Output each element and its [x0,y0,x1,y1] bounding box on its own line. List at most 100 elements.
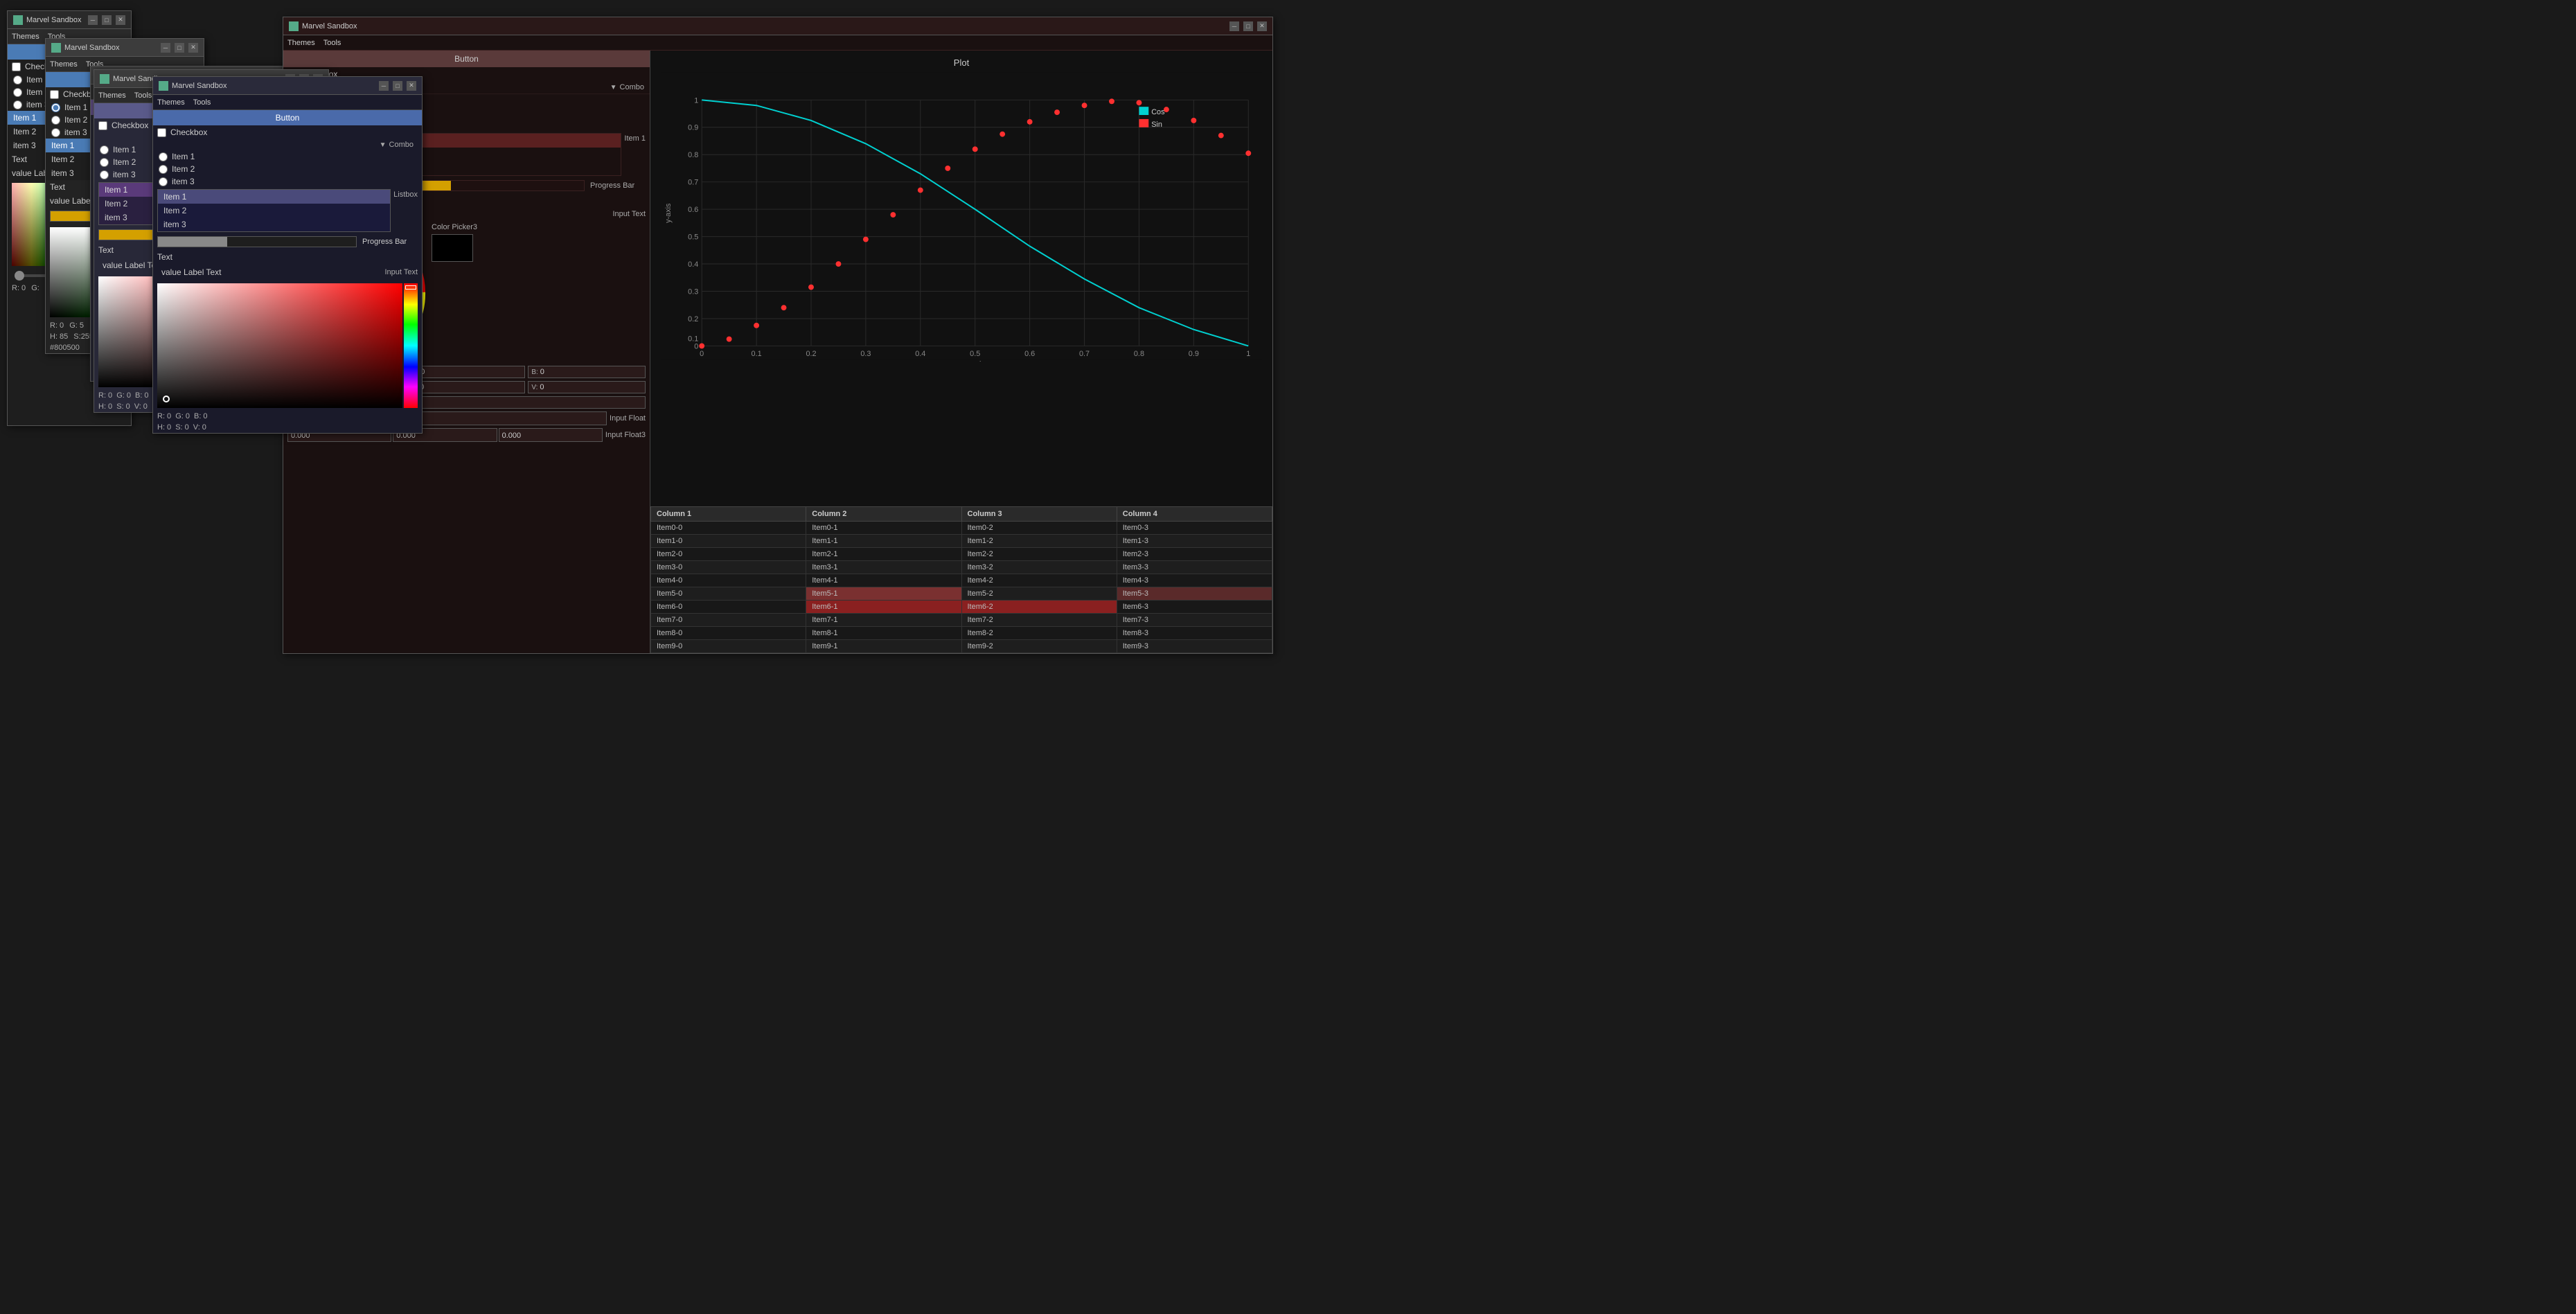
checkbox-input-1[interactable] [12,62,21,71]
main-minimize-btn[interactable]: ─ [1229,21,1239,31]
table-cell[interactable]: Item2-1 [806,548,961,561]
radio-input-4-0[interactable] [100,145,109,154]
table-cell[interactable]: Item6-0 [651,601,806,614]
main-g-input[interactable] [420,368,448,376]
table-row[interactable]: Item2-0Item2-1Item2-2Item2-3 [651,548,1272,561]
table-cell[interactable]: Item5-1 [806,587,961,601]
table-cell[interactable]: Item9-1 [806,640,961,653]
menu-themes-1[interactable]: Themes [12,33,39,41]
table-cell[interactable]: Item9-3 [1117,640,1272,653]
table-cell[interactable]: Item1-1 [806,535,961,548]
slider-thumb-1[interactable] [15,271,24,281]
table-row[interactable]: Item6-0Item6-1Item6-2Item6-3 [651,601,1272,614]
table-cell[interactable]: Item6-1 [806,601,961,614]
maximize-btn-2[interactable]: □ [175,43,184,53]
minimize-btn-5[interactable]: ─ [379,81,389,91]
minimize-btn-2[interactable]: ─ [161,43,170,53]
main-maximize-btn[interactable]: □ [1243,21,1253,31]
table-cell[interactable]: Item0-0 [651,522,806,535]
table-cell[interactable]: Item4-1 [806,574,961,587]
checkbox-input-5[interactable] [157,128,166,137]
table-cell[interactable]: Item3-0 [651,561,806,574]
radio-input-4-1[interactable] [100,158,109,167]
radio-input-5-1[interactable] [159,165,168,174]
minimize-btn-1[interactable]: ─ [88,15,98,25]
table-cell[interactable]: Item5-0 [651,587,806,601]
close-btn-1[interactable]: ✕ [116,15,125,25]
main-menu-themes[interactable]: Themes [287,39,315,47]
menu-tools-5[interactable]: Tools [193,98,211,107]
table-row[interactable]: Item7-0Item7-1Item7-2Item7-3 [651,614,1272,627]
main-menu-tools[interactable]: Tools [323,39,341,47]
table-cell[interactable]: Item6-3 [1117,601,1272,614]
table-cell[interactable]: Item8-0 [651,627,806,640]
table-cell[interactable]: Item2-3 [1117,548,1272,561]
table-cell[interactable]: Item1-2 [961,535,1117,548]
table-row[interactable]: Item9-0Item9-1Item9-2Item9-3 [651,640,1272,653]
main-b-input[interactable] [540,368,568,376]
table-cell[interactable]: Item1-3 [1117,535,1272,548]
menu-themes-4[interactable]: Themes [98,91,126,100]
radio-input-5-2[interactable] [159,177,168,186]
table-cell[interactable]: Item7-3 [1117,614,1272,627]
table-cell[interactable]: Item8-2 [961,627,1117,640]
listbox-item-5-1[interactable]: Item 2 [158,204,390,217]
radio-input-4-2[interactable] [100,170,109,179]
table-cell[interactable]: Item0-1 [806,522,961,535]
table-cell[interactable]: Item7-0 [651,614,806,627]
radio-input-1-0[interactable] [13,76,22,85]
table-row[interactable]: Item1-0Item1-1Item1-2Item1-3 [651,535,1272,548]
table-row[interactable]: Item3-0Item3-1Item3-2Item3-3 [651,561,1272,574]
table-cell[interactable]: Item9-2 [961,640,1117,653]
button-widget-5[interactable]: Button [153,110,422,125]
table-cell[interactable]: Item7-1 [806,614,961,627]
menu-themes-5[interactable]: Themes [157,98,185,107]
maximize-btn-1[interactable]: □ [102,15,112,25]
menu-tools-4[interactable]: Tools [134,91,152,100]
table-cell[interactable]: Item8-1 [806,627,961,640]
close-btn-2[interactable]: ✕ [188,43,198,53]
table-cell[interactable]: Item4-0 [651,574,806,587]
radio-input-2-0[interactable] [51,103,60,112]
listbox-item-5-2[interactable]: item 3 [158,217,390,231]
maximize-btn-5[interactable]: □ [393,81,402,91]
checkbox-input-4[interactable] [98,121,107,130]
radio-input-2-2[interactable] [51,128,60,137]
table-cell[interactable]: Item4-3 [1117,574,1272,587]
table-cell[interactable]: Item9-0 [651,640,806,653]
table-cell[interactable]: Item2-2 [961,548,1117,561]
table-cell[interactable]: Item8-3 [1117,627,1272,640]
window-title-1: Marvel Sandbox [26,16,82,24]
table-row[interactable]: Item4-0Item4-1Item4-2Item4-3 [651,574,1272,587]
table-row[interactable]: Item0-0Item0-1Item0-2Item0-3 [651,522,1272,535]
radio-input-5-0[interactable] [159,152,168,161]
table-cell[interactable]: Item7-2 [961,614,1117,627]
close-btn-5[interactable]: ✕ [407,81,416,91]
menu-themes-2[interactable]: Themes [50,60,78,69]
main-close-btn[interactable]: ✕ [1257,21,1267,31]
main-button[interactable]: Button [283,51,650,67]
table-cell[interactable]: Item4-2 [961,574,1117,587]
table-cell[interactable]: Item6-2 [961,601,1117,614]
checkbox-input-2[interactable] [50,90,59,99]
radio-input-1-2[interactable] [13,100,22,109]
table-row[interactable]: Item8-0Item8-1Item8-2Item8-3 [651,627,1272,640]
h-label-4: H: 0 [98,402,112,411]
radio-input-2-1[interactable] [51,116,60,125]
radio-input-1-1[interactable] [13,88,22,97]
table-cell[interactable]: Item5-3 [1117,587,1272,601]
color-gradient-5[interactable] [157,283,418,408]
table-cell[interactable]: Item5-2 [961,587,1117,601]
table-cell[interactable]: Item2-0 [651,548,806,561]
main-table-container[interactable]: Column 1 Column 2 Column 3 Column 4 Item… [650,506,1272,653]
main-s-input[interactable] [420,383,447,391]
table-row[interactable]: Item5-0Item5-1Item5-2Item5-3 [651,587,1272,601]
listbox-item-5-0[interactable]: Item 1 [158,190,390,204]
table-cell[interactable]: Item0-3 [1117,522,1272,535]
table-cell[interactable]: Item3-3 [1117,561,1272,574]
main-v-input[interactable] [540,383,567,391]
table-cell[interactable]: Item0-2 [961,522,1117,535]
table-cell[interactable]: Item3-2 [961,561,1117,574]
table-cell[interactable]: Item3-1 [806,561,961,574]
table-cell[interactable]: Item1-0 [651,535,806,548]
